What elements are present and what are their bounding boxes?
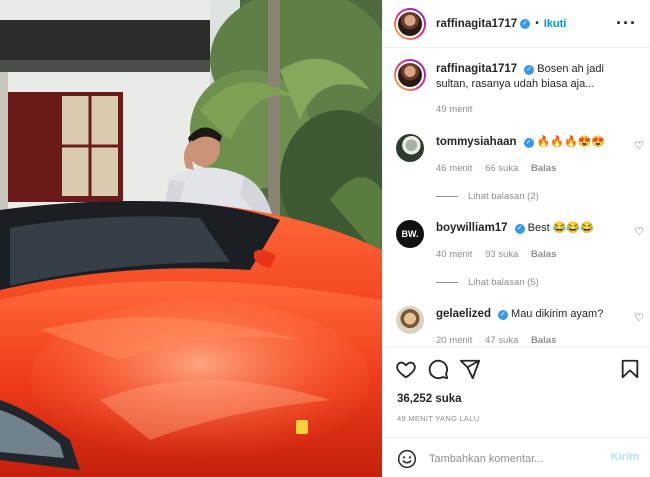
verified-badge-icon: ✓ bbox=[523, 138, 534, 148]
post-header: raffinagita1717 ✓ • Ikuti ··· bbox=[383, 0, 650, 48]
post-photo-illustration bbox=[0, 0, 382, 477]
avatar-initials: BW. bbox=[394, 218, 426, 250]
comment-meta: 46 menit 66 suka Balas bbox=[436, 163, 566, 174]
comment-body: gelaelized ✓ Mau dikirim ayam? bbox=[436, 307, 626, 322]
verified-badge-icon: ✓ bbox=[524, 65, 535, 75]
bookmark-icon[interactable] bbox=[619, 358, 641, 380]
commenter-avatar[interactable]: BW. bbox=[394, 218, 426, 250]
share-icon[interactable] bbox=[459, 358, 481, 380]
post-time[interactable]: 49 MENIT YANG LALU bbox=[397, 414, 480, 423]
post-comment-button[interactable]: Kirim bbox=[611, 451, 639, 463]
view-replies-button[interactable]: Lihat balasan (5) bbox=[436, 277, 539, 288]
comment-time[interactable]: 40 menit bbox=[436, 249, 472, 260]
verified-badge-icon: ✓ bbox=[514, 224, 525, 234]
smiley-icon[interactable] bbox=[397, 449, 417, 469]
heart-icon[interactable] bbox=[395, 358, 417, 380]
comment-likes[interactable]: 66 suka bbox=[485, 163, 518, 174]
comment-body: boywilliam17 ✓ Best 😂😂😂 bbox=[436, 221, 626, 236]
comment-time[interactable]: 46 menit bbox=[436, 163, 472, 174]
caption-username[interactable]: raffinagita1717 bbox=[436, 63, 517, 75]
post-photo[interactable] bbox=[0, 0, 382, 477]
comment-text: Best 😂😂😂 bbox=[527, 222, 594, 234]
reply-button[interactable]: Balas bbox=[531, 163, 556, 174]
follow-button[interactable]: Ikuti bbox=[544, 18, 567, 30]
comment-body: tommysiahaan ✓ 🔥🔥🔥😍😍 bbox=[436, 135, 626, 150]
verified-badge-icon: ✓ bbox=[497, 310, 508, 320]
commenter-avatar[interactable] bbox=[394, 304, 426, 336]
view-replies-label: Lihat balasan (5) bbox=[468, 277, 539, 288]
caption-avatar[interactable] bbox=[394, 59, 426, 91]
comment-icon[interactable] bbox=[427, 358, 449, 380]
caption-body: raffinagita1717 ✓ Bosen ah jadi sultan, r… bbox=[436, 62, 626, 92]
comment-like-heart-icon[interactable]: ♡ bbox=[634, 139, 644, 152]
comment-username[interactable]: boywilliam17 bbox=[436, 222, 508, 234]
separator-dot: • bbox=[535, 18, 539, 29]
add-comment-bar: Kirim bbox=[383, 437, 650, 477]
comment-text: 🔥🔥🔥😍😍 bbox=[536, 136, 606, 148]
comment-username[interactable]: gelaelized bbox=[436, 308, 491, 320]
comment-meta: 40 menit 93 suka Balas bbox=[436, 249, 566, 260]
comments-list[interactable]: raffinagita1717 ✓ Bosen ah jadi sultan, r… bbox=[383, 49, 650, 347]
action-icons bbox=[395, 358, 641, 382]
more-options-icon[interactable]: ··· bbox=[616, 14, 637, 32]
comment-like-heart-icon[interactable]: ♡ bbox=[634, 311, 644, 324]
verified-badge-icon: ✓ bbox=[520, 18, 531, 29]
comment-like-heart-icon[interactable]: ♡ bbox=[634, 225, 644, 238]
comment-time[interactable]: 20 menit bbox=[436, 335, 472, 346]
author-avatar[interactable] bbox=[394, 7, 426, 40]
comment-meta: 20 menit 47 suka Balas bbox=[436, 335, 566, 346]
reply-button[interactable]: Balas bbox=[531, 249, 556, 260]
comment-input[interactable] bbox=[429, 450, 599, 468]
view-replies-line bbox=[436, 281, 458, 283]
view-replies-line bbox=[436, 195, 458, 197]
comment-username[interactable]: tommysiahaan bbox=[436, 136, 517, 148]
comment-text: Mau dikirim ayam? bbox=[511, 308, 604, 320]
comment-likes[interactable]: 93 suka bbox=[485, 249, 518, 260]
post-actions: 36,252 suka 49 MENIT YANG LALU Kirim bbox=[383, 347, 650, 477]
view-replies-button[interactable]: Lihat balasan (2) bbox=[436, 191, 539, 202]
commenter-avatar[interactable] bbox=[394, 132, 426, 164]
likes-count[interactable]: 36,252 suka bbox=[397, 393, 462, 405]
caption-meta: 49 menit bbox=[436, 104, 482, 115]
view-replies-label: Lihat balasan (2) bbox=[468, 191, 539, 202]
caption-time[interactable]: 49 menit bbox=[436, 104, 472, 115]
reply-button[interactable]: Balas bbox=[531, 335, 556, 346]
post-side-panel: raffinagita1717 ✓ • Ikuti ··· raffinagit… bbox=[382, 0, 650, 477]
comment-likes[interactable]: 47 suka bbox=[485, 335, 518, 346]
author-username[interactable]: raffinagita1717 bbox=[436, 18, 517, 30]
